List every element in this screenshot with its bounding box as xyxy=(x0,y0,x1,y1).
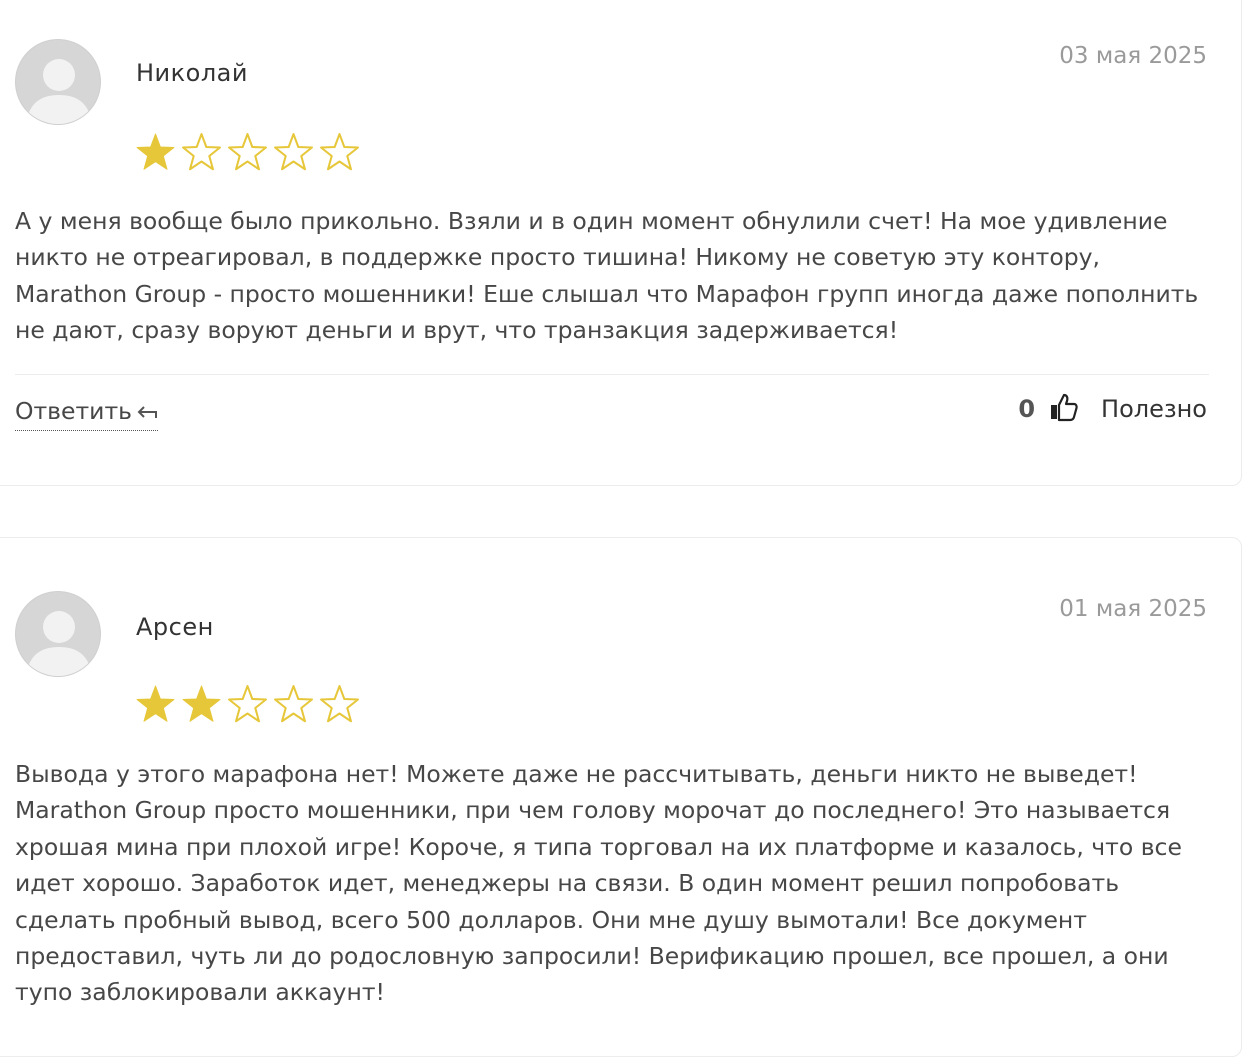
user-avatar-icon xyxy=(15,39,101,125)
reply-label: Ответить xyxy=(15,397,132,425)
star-empty-icon xyxy=(273,684,314,724)
star-filled-icon xyxy=(135,684,176,724)
review-author: Арсен xyxy=(136,613,214,641)
review-card: Николай 03 мая 2025 А у меня вообще было… xyxy=(0,0,1242,486)
useful-button[interactable]: Полезно xyxy=(1101,395,1207,423)
star-filled-icon xyxy=(135,132,176,172)
review-text: Вывода у этого марафона нет! Можете даже… xyxy=(15,760,1182,1007)
review-date: 03 мая 2025 xyxy=(1059,43,1207,69)
review-date: 01 мая 2025 xyxy=(1059,596,1207,622)
review-text: А у меня вообще было прикольно. Взяли и … xyxy=(15,207,1199,345)
star-empty-icon xyxy=(181,132,222,172)
divider xyxy=(15,374,1209,375)
thumbs-up-icon[interactable] xyxy=(1049,392,1079,426)
review-author: Николай xyxy=(136,59,248,87)
reply-arrow-icon xyxy=(136,399,158,427)
review-card: Арсен 01 мая 2025 Вывода у этого марафон… xyxy=(0,537,1242,1057)
star-empty-icon xyxy=(319,684,360,724)
rating-stars xyxy=(135,132,360,172)
reply-button[interactable]: Ответить xyxy=(15,397,158,431)
likes-group: 0 Полезно xyxy=(1018,392,1207,426)
star-empty-icon xyxy=(273,132,314,172)
rating-stars xyxy=(135,684,360,724)
user-avatar-icon xyxy=(15,591,101,677)
star-empty-icon xyxy=(227,132,268,172)
star-empty-icon xyxy=(227,684,268,724)
like-count: 0 xyxy=(1018,395,1036,423)
star-filled-icon xyxy=(181,684,222,724)
star-empty-icon xyxy=(319,132,360,172)
